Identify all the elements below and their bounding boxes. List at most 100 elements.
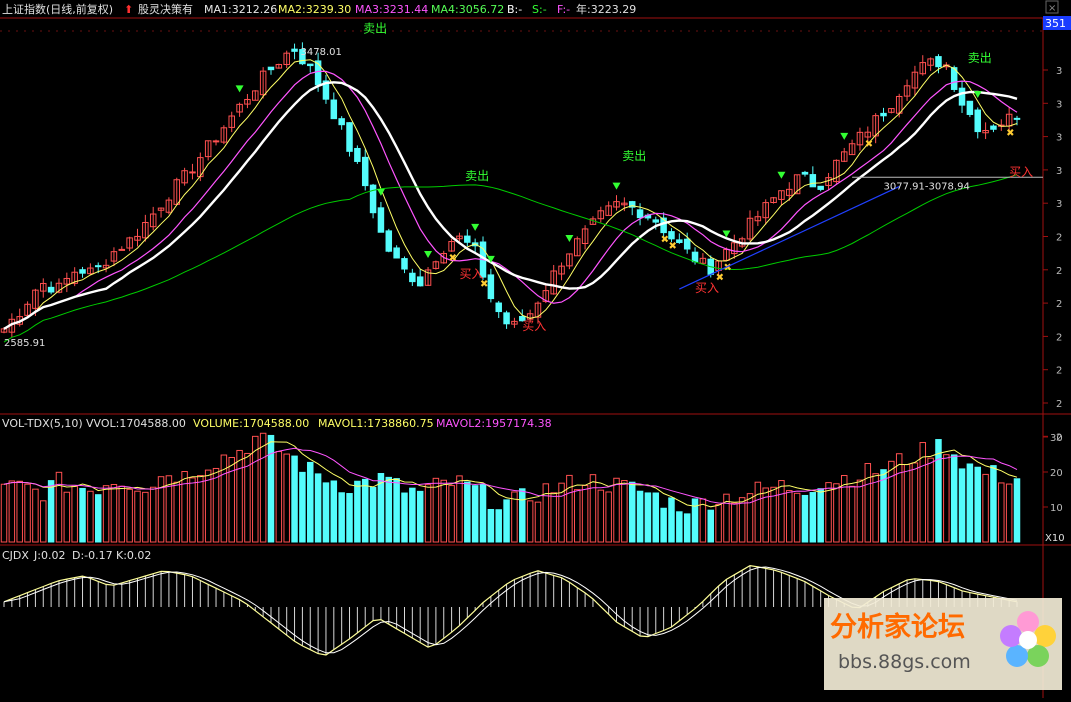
candle-up <box>212 140 220 143</box>
volume-tick-label: 10 <box>1050 503 1063 514</box>
index-title: 上证指数(日线,前复权) <box>2 2 113 16</box>
volume-bar-down <box>950 454 958 543</box>
candle-down <box>291 48 298 52</box>
candle-down <box>676 239 683 243</box>
volume-bar-down <box>519 488 526 543</box>
price-tick-label: 2 <box>1056 366 1062 377</box>
volume-bar-down <box>314 473 322 543</box>
volume-bar-down <box>464 481 471 543</box>
volume-bar-down <box>817 488 824 543</box>
candlestick-chart: 上证指数(日线,前复权) ⬆ 股灵决策有 MA1:3212.26 MA2:323… <box>0 0 1071 698</box>
volume-bar-down <box>503 499 510 543</box>
candle-down <box>94 265 102 268</box>
candle-down <box>354 147 361 162</box>
volume-unit-label: X10 <box>1045 533 1065 544</box>
volume-bar-down <box>416 490 424 543</box>
candle-down <box>361 156 369 187</box>
price-tick-label: 2 <box>1056 299 1062 310</box>
volume-bar-down <box>307 461 314 543</box>
candle-up <box>118 248 126 251</box>
price-tick-label: 3 <box>1056 66 1062 77</box>
f-value: F:- <box>557 3 570 16</box>
candle-down <box>369 184 377 214</box>
indicator-name: CJDX <box>2 549 29 562</box>
volume-bar-down <box>636 490 644 543</box>
low-price-label: 2585.91 <box>4 338 45 349</box>
candle-down <box>330 99 338 120</box>
ma4-value: MA4:3056.72 <box>431 3 504 16</box>
candle-down <box>809 174 817 188</box>
buy-marker-icon: ✖ <box>449 253 457 264</box>
candle-down <box>958 87 966 106</box>
candle-down <box>338 118 345 126</box>
candle-down <box>464 235 471 243</box>
volume-bar-down <box>299 471 306 543</box>
candle-down <box>377 207 385 233</box>
candle-down <box>880 112 887 117</box>
candle-down <box>966 100 974 115</box>
volume-bar-down <box>79 487 86 543</box>
volume-bar-down <box>479 483 487 543</box>
volume-value: VOLUME:1704588.00 <box>193 417 309 430</box>
volume-bar-down <box>958 468 966 543</box>
candle-down <box>1013 117 1021 120</box>
b-value: B:- <box>507 3 522 16</box>
volume-bar-down <box>652 492 660 543</box>
ma3-value: MA3:3231.44 <box>355 3 428 16</box>
volume-bar-down <box>267 434 275 543</box>
volume-tick-label: 20 <box>1050 468 1063 479</box>
sell-signal-label: 卖出 <box>622 149 646 163</box>
candle-down <box>974 109 981 133</box>
volume-bar-down <box>361 478 369 543</box>
price-tick-label: 3 <box>1056 166 1062 177</box>
candle-down <box>935 56 942 68</box>
s-value: S:- <box>532 3 547 16</box>
vvol-value: VVOL:1704588.00 <box>86 417 186 430</box>
candle-down <box>636 209 644 219</box>
indicator-j: J:0.02 <box>33 549 65 562</box>
candle-down <box>495 302 502 313</box>
indicator-d: D:-0.17 <box>72 549 113 562</box>
volume-bar-down <box>660 507 667 543</box>
volume-bar-down <box>471 485 479 543</box>
price-tick-label: 3 <box>1056 99 1062 110</box>
mavol2-value: MAVOL2:1957174.38 <box>436 417 552 430</box>
mavol1-value: MAVOL1:1738860.75 <box>318 417 434 430</box>
volume-bar-down <box>354 480 361 543</box>
buy-signal-label: 买入 <box>459 267 483 281</box>
ma2-value: MA2:3239.30 <box>278 3 351 16</box>
volume-bar-down <box>385 476 393 543</box>
candle-down <box>503 312 510 325</box>
high-price-label: 3478.01 <box>301 47 342 58</box>
volume-indicator-name: VOL-TDX(5,10) <box>2 417 83 430</box>
stock-chart-window: 上证指数(日线,前复权) ⬆ 股灵决策有 MA1:3212.26 MA2:323… <box>0 0 1071 698</box>
volume-bar-down <box>966 463 974 543</box>
price-tick-label: 3 <box>1056 199 1062 210</box>
candle-down <box>801 171 809 175</box>
candle-down <box>385 230 393 252</box>
candle-down <box>401 258 408 270</box>
candle-down <box>660 217 667 234</box>
volume-bar-down <box>676 511 683 543</box>
volume-bar-down <box>809 492 817 543</box>
volume-bar-down <box>801 494 809 543</box>
volume-bar-down <box>974 466 981 543</box>
volume-bar-down <box>47 480 55 543</box>
buy-marker-icon: ✖ <box>1006 128 1014 139</box>
volume-bar-down <box>338 492 345 543</box>
ma1-value: MA1:3212.26 <box>204 3 277 16</box>
sell-signal-label: 卖出 <box>465 169 489 183</box>
candle-down <box>817 185 824 190</box>
up-arrow-icon: ⬆ <box>124 3 133 16</box>
volume-bar-down <box>291 455 298 543</box>
buy-marker-icon: ✖ <box>865 139 873 150</box>
candle-down <box>267 66 275 71</box>
volume-bar-down <box>935 439 942 543</box>
candle-down <box>668 231 675 240</box>
buy-signal-label: 买入 <box>522 319 546 333</box>
watermark-url: bbs.88gs.com <box>838 651 971 673</box>
buy-marker-icon: ✖ <box>668 241 676 252</box>
year-value: 年:3223.29 <box>576 2 636 16</box>
volume-bar-down <box>707 509 714 543</box>
sell-signal-label: 卖出 <box>363 21 387 35</box>
